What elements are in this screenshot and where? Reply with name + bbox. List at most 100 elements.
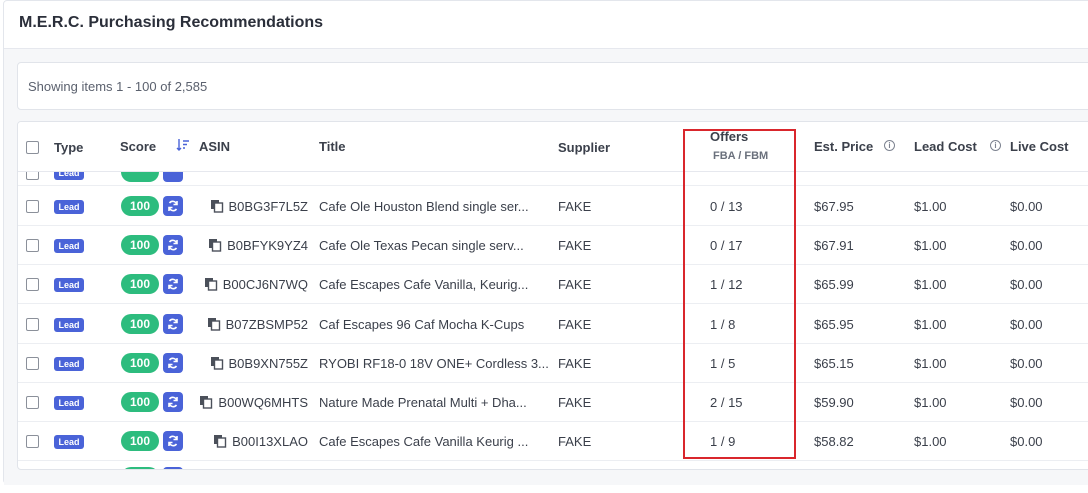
est-price-value: $65.95 bbox=[814, 316, 854, 332]
live-cost-value: $0.00 bbox=[1010, 277, 1043, 293]
refresh-icon bbox=[168, 396, 178, 408]
copy-icon[interactable] bbox=[210, 356, 224, 370]
title-value[interactable]: Cafe Ole Texas Pecan single serv... bbox=[319, 238, 524, 253]
table-row[interactable]: Lead 100 B0B9XN755Z RYOBI RF18-0 18V ONE… bbox=[18, 344, 1088, 383]
column-live-cost[interactable]: Live Cost bbox=[1010, 139, 1069, 154]
lead-badge: Lead bbox=[54, 435, 84, 450]
asin-value[interactable]: B00I13XLAO bbox=[232, 434, 308, 449]
asin-value[interactable]: B00CJ6N7WQ bbox=[223, 277, 308, 292]
page-title: M.E.R.C. Purchasing Recommendations bbox=[19, 14, 324, 31]
copy-icon[interactable] bbox=[208, 238, 222, 252]
refresh-button[interactable] bbox=[163, 172, 183, 182]
title-value[interactable]: Caf Escapes 96 Caf Mocha K-Cups bbox=[319, 317, 524, 332]
copy-icon[interactable] bbox=[199, 395, 213, 409]
lead-cost-value: $1.00 bbox=[914, 199, 947, 214]
row-checkbox[interactable] bbox=[26, 435, 39, 449]
score-pill: 100 bbox=[121, 274, 159, 295]
score-pill: 100 bbox=[121, 235, 159, 256]
title-value[interactable]: Cafe Escapes Cafe Vanilla, Keurig... bbox=[319, 277, 528, 292]
refresh-button[interactable] bbox=[163, 467, 183, 469]
score-pill: 100 bbox=[121, 392, 159, 412]
score-pill bbox=[121, 172, 159, 182]
offers-value: 2 / 15 bbox=[710, 395, 743, 410]
score-pill: 100 bbox=[121, 196, 159, 216]
title-value[interactable]: RYOBI RF18-0 18V ONE+ Cordless 3... bbox=[319, 356, 549, 371]
title-value[interactable]: Cafe Escapes Cafe Vanilla Keurig ... bbox=[319, 434, 528, 449]
column-type[interactable]: Type bbox=[54, 140, 83, 155]
select-all-checkbox[interactable] bbox=[26, 141, 39, 154]
score-pill: 100 bbox=[121, 313, 159, 334]
refresh-button[interactable] bbox=[163, 313, 183, 334]
column-supplier[interactable]: Supplier bbox=[558, 140, 610, 155]
asin-value[interactable]: B0BG3F7L5Z bbox=[229, 199, 309, 214]
est-price-value: $67.95 bbox=[814, 199, 854, 214]
table-row[interactable]: Lead 100 B00WQ6MHTS Nature Made Prenatal… bbox=[18, 383, 1088, 422]
est-price-value: $67.91 bbox=[814, 238, 854, 254]
row-checkbox[interactable] bbox=[26, 239, 39, 253]
table-row[interactable]: Lead 100 B07ZBSMP52 Caf Escapes 96 Caf M… bbox=[18, 305, 1088, 344]
lead-cost-value: $1.00 bbox=[914, 395, 947, 410]
pagination-info-bar: Showing items 1 - 100 of 2,585 bbox=[17, 62, 1088, 110]
copy-icon[interactable] bbox=[207, 317, 221, 331]
title-value[interactable]: Nature Made Prenatal Multi + Dha... bbox=[319, 395, 527, 410]
copy-icon[interactable] bbox=[204, 277, 218, 292]
info-icon[interactable]: i bbox=[884, 140, 895, 151]
supplier-value: FAKE bbox=[558, 395, 592, 410]
row-checkbox[interactable] bbox=[26, 317, 39, 331]
refresh-icon bbox=[168, 435, 178, 447]
sort-descending-icon[interactable] bbox=[176, 138, 190, 152]
supplier-value: FAKE bbox=[558, 355, 592, 371]
row-checkbox[interactable] bbox=[26, 278, 39, 292]
table-row[interactable]: Lead 100 B0BFYK9YZ4 Cafe Ole Texas Pecan… bbox=[18, 226, 1088, 266]
column-est-price[interactable]: Est. Price bbox=[814, 139, 873, 154]
recommendations-card: M.E.R.C. Purchasing Recommendations Show… bbox=[3, 0, 1088, 485]
recommendations-table: Type Score ASIN Title Supplier Offers FB… bbox=[17, 121, 1088, 470]
copy-icon[interactable] bbox=[213, 434, 227, 448]
asin-value[interactable]: B07ZBSMP52 bbox=[226, 317, 308, 332]
refresh-icon bbox=[168, 200, 178, 212]
info-icon[interactable]: i bbox=[990, 140, 1001, 151]
lead-cost-value: $1.00 bbox=[914, 316, 947, 332]
column-lead-cost[interactable]: Lead Cost bbox=[914, 139, 977, 154]
refresh-button[interactable] bbox=[163, 274, 183, 295]
supplier-value: FAKE bbox=[558, 434, 592, 450]
table-header: Type Score ASIN Title Supplier Offers FB… bbox=[18, 122, 1088, 172]
refresh-icon bbox=[168, 278, 178, 290]
asin-value[interactable]: B00WQ6MHTS bbox=[218, 395, 308, 410]
lead-badge: Lead bbox=[54, 200, 84, 214]
table-row[interactable]: Lead 100 B00I13XLAO Cafe Escapes Cafe Va… bbox=[18, 422, 1088, 462]
refresh-button[interactable] bbox=[163, 431, 183, 452]
table-row[interactable]: Lead 100 B0BG3F7L5Z Cafe Ole Houston Ble… bbox=[18, 187, 1088, 226]
card-body: Showing items 1 - 100 of 2,585 Type Scor… bbox=[4, 49, 1088, 485]
est-price-value: $65.99 bbox=[814, 277, 854, 293]
refresh-button[interactable] bbox=[163, 352, 183, 373]
est-price-value: $65.15 bbox=[814, 355, 854, 371]
column-asin[interactable]: ASIN bbox=[199, 139, 230, 154]
asin-value[interactable]: B0B9XN755Z bbox=[229, 356, 309, 371]
table-row[interactable]: Lead 100 B00CJ6N7WQ Cafe Escapes Cafe Va… bbox=[18, 265, 1088, 305]
refresh-button[interactable] bbox=[163, 196, 183, 216]
showing-items-text: Showing items 1 - 100 of 2,585 bbox=[28, 79, 208, 94]
lead-cost-value: $1.00 bbox=[914, 277, 947, 293]
copy-icon[interactable] bbox=[210, 199, 224, 213]
live-cost-value: $0.00 bbox=[1010, 395, 1043, 410]
live-cost-value: $0.00 bbox=[1010, 316, 1043, 332]
supplier-value: FAKE bbox=[558, 277, 592, 293]
row-checkbox[interactable] bbox=[26, 200, 39, 213]
row-checkbox[interactable] bbox=[26, 172, 39, 180]
table-row-partial bbox=[18, 462, 1088, 469]
lead-badge: Lead bbox=[54, 356, 84, 371]
lead-cost-value: $1.00 bbox=[914, 434, 947, 450]
asin-value[interactable]: B0BFYK9YZ4 bbox=[227, 238, 308, 253]
refresh-button[interactable] bbox=[163, 392, 183, 412]
column-title[interactable]: Title bbox=[319, 139, 346, 154]
column-offers-sub: FBA / FBM bbox=[713, 150, 769, 162]
offers-value: 0 / 17 bbox=[710, 238, 743, 254]
title-value[interactable]: Cafe Ole Houston Blend single ser... bbox=[319, 199, 529, 214]
row-checkbox[interactable] bbox=[26, 396, 39, 409]
column-score[interactable]: Score bbox=[120, 139, 156, 154]
column-offers[interactable]: Offers bbox=[710, 129, 748, 144]
refresh-button[interactable] bbox=[163, 235, 183, 256]
refresh-icon bbox=[168, 357, 178, 369]
row-checkbox[interactable] bbox=[26, 356, 39, 370]
